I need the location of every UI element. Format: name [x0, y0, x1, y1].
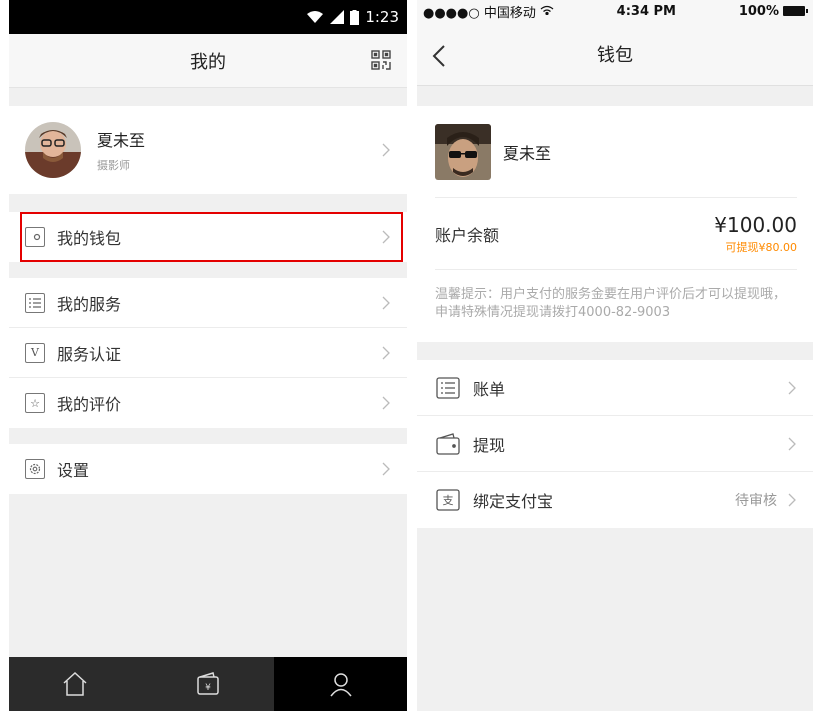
- warm-tip: 温馨提示：用户支付的服务金要在用户评价后才可以提现哦，申请特殊情况提现请拨打40…: [435, 287, 787, 320]
- my-page-screen: 1:23 我的 夏未至 摄影师 我的钱包 我的服务 V 服务认证 ☆ 我的评价 …: [9, 0, 407, 711]
- balance-label: 账户余额: [435, 225, 500, 245]
- v-badge-icon: V: [25, 342, 45, 363]
- chevron-right-icon: [382, 230, 390, 244]
- svg-text:¥: ¥: [205, 683, 211, 693]
- tab-profile[interactable]: [274, 657, 407, 711]
- menu-item-label: 我的服务: [57, 294, 122, 314]
- battery-percent: 100%: [738, 3, 779, 19]
- signal-icon: [330, 10, 345, 24]
- balance-amount: ¥100.00: [714, 212, 797, 237]
- list-icon: [25, 292, 45, 313]
- chevron-right-icon: [382, 346, 390, 359]
- menu-item-label: 服务认证: [57, 344, 122, 364]
- profile-name: 夏未至: [503, 143, 552, 163]
- chevron-right-icon: [788, 493, 796, 507]
- my-wallet-label: 我的钱包: [57, 229, 122, 248]
- wallet-card: 夏未至 账户余额 ¥100.00 可提现¥80.00 温馨提示：用户支付的服务金…: [417, 106, 813, 342]
- bottom-tab-bar: ¥: [9, 657, 407, 711]
- gear-icon: [25, 459, 45, 479]
- chevron-right-icon: [382, 462, 390, 476]
- settings-row[interactable]: 设置: [9, 444, 407, 494]
- menu-item-label: 绑定支付宝: [473, 492, 554, 511]
- wifi-icon: [540, 4, 554, 19]
- bill-icon: [435, 376, 461, 400]
- nav-bar: 钱包: [417, 22, 813, 86]
- qr-code-icon[interactable]: [371, 50, 391, 70]
- menu-item-service-certification[interactable]: V 服务认证: [9, 328, 407, 378]
- chevron-right-icon: [382, 296, 390, 309]
- home-icon: [63, 671, 87, 696]
- svg-text:支: 支: [443, 494, 454, 507]
- page-title: 我的: [190, 51, 226, 73]
- ios-status-bar: ●●●●○ 中国移动 4:34 PM 100%: [417, 0, 813, 22]
- menu-group: 我的服务 V 服务认证 ☆ 我的评价: [9, 278, 407, 428]
- wifi-icon: [306, 10, 324, 24]
- star-icon: ☆: [25, 393, 45, 413]
- battery-icon: [350, 9, 360, 25]
- avatar: [25, 122, 81, 178]
- back-arrow-icon[interactable]: [431, 44, 447, 68]
- status-time: 1:23: [365, 8, 399, 26]
- chevron-right-icon: [382, 396, 390, 410]
- page-title: 钱包: [597, 44, 633, 66]
- settings-label: 设置: [57, 461, 90, 480]
- my-wallet-row[interactable]: 我的钱包: [9, 212, 407, 262]
- alipay-icon: 支: [435, 488, 461, 512]
- profile-role: 摄影师: [97, 159, 130, 172]
- withdrawable-amount: 可提现¥80.00: [725, 240, 798, 254]
- wallet-icon: [25, 227, 45, 247]
- wallet-profile: 夏未至: [435, 106, 797, 198]
- wallet-menu: 账单 提现 支 绑定支付宝 待审核: [417, 360, 813, 528]
- android-status-bar: 1:23: [9, 0, 407, 34]
- profile-row[interactable]: 夏未至 摄影师: [9, 106, 407, 194]
- menu-item-bind-alipay[interactable]: 支 绑定支付宝 待审核: [417, 472, 813, 528]
- status-time: 4:34 PM: [616, 3, 676, 19]
- profile-tab-icon: [330, 673, 352, 697]
- avatar: [435, 123, 491, 180]
- settings-group: 设置: [9, 444, 407, 494]
- menu-item-my-services[interactable]: 我的服务: [9, 278, 407, 328]
- menu-item-my-reviews[interactable]: ☆ 我的评价: [9, 378, 407, 428]
- page-header: 我的: [9, 34, 407, 88]
- profile-name: 夏未至: [97, 131, 146, 150]
- menu-item-withdraw[interactable]: 提现: [417, 416, 813, 472]
- menu-item-label: 账单: [473, 379, 506, 399]
- chevron-right-icon: [788, 437, 796, 450]
- menu-item-label: 提现: [473, 435, 506, 455]
- chevron-right-icon: [382, 143, 390, 157]
- wallet-screen: ●●●●○ 中国移动 4:34 PM 100% 钱包 夏未至 账户余额 ¥100…: [417, 0, 813, 711]
- withdraw-wallet-icon: [435, 432, 461, 456]
- carrier: ●●●●○ 中国移动: [423, 5, 536, 21]
- tab-home[interactable]: [9, 657, 142, 711]
- battery-icon: [782, 6, 808, 16]
- pending-review-status: 待审核: [735, 493, 777, 509]
- account-balance: 账户余额 ¥100.00 可提现¥80.00: [435, 198, 797, 270]
- chevron-right-icon: [788, 381, 796, 394]
- tab-wallet[interactable]: ¥: [142, 657, 275, 711]
- wallet-tab-icon: ¥: [197, 672, 219, 695]
- menu-item-bill[interactable]: 账单: [417, 360, 813, 416]
- menu-item-label: 我的评价: [57, 395, 122, 414]
